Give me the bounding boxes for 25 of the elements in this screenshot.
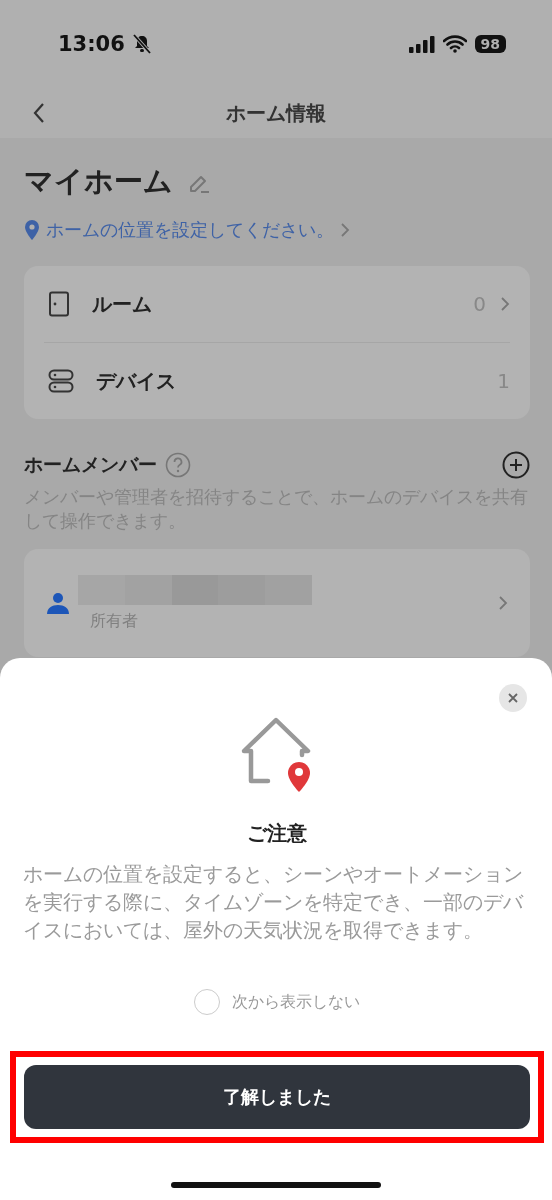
dont-show-checkbox[interactable]: 次から表示しない [194, 989, 360, 1015]
door-icon [48, 291, 70, 317]
section-title: ホームメンバー [24, 452, 157, 477]
person-icon [46, 591, 70, 615]
chevron-right-icon [498, 595, 508, 611]
signal-icon [408, 35, 435, 53]
confirm-button[interactable]: 了解しました [24, 1065, 530, 1129]
add-icon[interactable] [502, 451, 530, 479]
location-pin-icon [24, 219, 40, 241]
set-location-link[interactable]: ホームの位置を設定してください。 [24, 218, 350, 242]
summary-label: デバイス [96, 367, 177, 395]
chevron-right-icon [500, 296, 510, 312]
back-icon[interactable] [32, 102, 46, 124]
close-icon [507, 692, 519, 704]
notice-title: ご注意 [247, 820, 307, 847]
chevron-right-icon [340, 222, 350, 238]
home-name: マイホーム [24, 163, 173, 200]
wifi-icon [442, 35, 467, 53]
device-icon [48, 369, 74, 393]
close-button[interactable] [499, 684, 527, 712]
clock-time: 13:06 [58, 32, 125, 56]
battery-level: 98 [474, 35, 506, 53]
page-title: ホーム情報 [226, 99, 326, 127]
notice-message: ホームの位置を設定すると、シーンやオートメーションを実行する際に、タイムゾーンを特定でき、一部のデバイスにおいては、屋外の天気状況を取得できます。 [23, 862, 525, 944]
summary-label: ルーム [92, 290, 153, 318]
